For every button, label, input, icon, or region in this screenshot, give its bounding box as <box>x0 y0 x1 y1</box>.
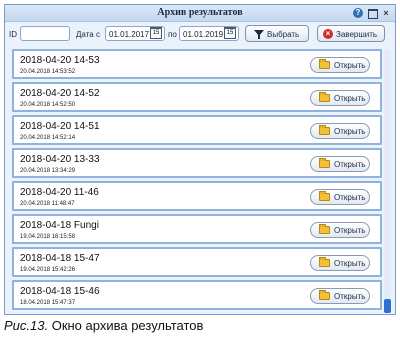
id-label: ID <box>9 30 17 39</box>
result-title: 2018-04-20 11-46 <box>20 187 99 198</box>
result-title: 2018-04-18 Fungi <box>20 220 99 231</box>
caption-text: Окно архива результатов <box>48 318 204 333</box>
open-button-label: Открыть <box>334 226 366 235</box>
open-button[interactable]: Открыть <box>310 156 370 172</box>
scrollbar-thumb[interactable] <box>384 299 391 313</box>
close-icon: × <box>323 29 333 39</box>
finish-button-label: Завершить <box>336 30 378 39</box>
folder-icon <box>319 191 330 201</box>
result-title: 2018-04-18 15-46 <box>20 286 100 297</box>
date-to-label: по <box>168 30 177 39</box>
open-button[interactable]: Открыть <box>310 90 370 106</box>
list-item: 2018-04-20 14-51 20.04.2018 14:52:14 Отк… <box>12 115 382 145</box>
results-list: 2018-04-20 14-53 20.04.2018 14:53:52 Отк… <box>8 49 384 313</box>
result-title: 2018-04-20 14-52 <box>20 88 100 99</box>
folder-icon <box>319 290 330 300</box>
open-button[interactable]: Открыть <box>310 123 370 139</box>
list-item: 2018-04-20 14-53 20.04.2018 14:53:52 Отк… <box>12 49 382 79</box>
result-date: 20.04.2018 13:34:29 <box>20 168 76 174</box>
folder-icon <box>319 92 330 102</box>
list-item: 2018-04-18 15-46 18.04.2018 15:47:37 Отк… <box>12 280 382 310</box>
open-button-label: Открыть <box>334 127 366 136</box>
folder-icon <box>319 224 330 234</box>
open-button[interactable]: Открыть <box>310 222 370 238</box>
calendar-icon[interactable]: 15 <box>150 27 162 39</box>
title-bar: Архив результатов ? × <box>5 5 395 22</box>
result-date: 18.04.2018 15:47:37 <box>20 300 76 306</box>
folder-icon <box>319 59 330 69</box>
help-icon[interactable]: ? <box>353 8 363 18</box>
date-from-value: 01.01.2017 <box>109 30 150 39</box>
open-button-label: Открыть <box>334 292 366 301</box>
maximize-icon[interactable] <box>367 8 378 19</box>
archive-window: Архив результатов ? × ID Дата с 01.01.20… <box>4 4 396 315</box>
result-title: 2018-04-20 14-53 <box>20 55 100 66</box>
close-icon[interactable]: × <box>381 8 391 18</box>
result-title: 2018-04-20 14-51 <box>20 121 100 132</box>
open-button[interactable]: Открыть <box>310 189 370 205</box>
open-button-label: Открыть <box>334 160 366 169</box>
list-item: 2018-04-20 13-33 20.04.2018 13:34:29 Отк… <box>12 148 382 178</box>
result-date: 20.04.2018 14:52:14 <box>20 135 76 141</box>
folder-icon <box>319 125 330 135</box>
result-date: 19.04.2018 16:15:58 <box>20 234 76 240</box>
caption-prefix: Рис.13. <box>4 318 49 333</box>
list-item: 2018-04-20 11-46 20.04.2018 11:48:47 Отк… <box>12 181 382 211</box>
filter-toolbar: ID Дата с 01.01.2017 15 по 01.01.2019 15… <box>5 22 395 46</box>
list-item: 2018-04-20 14-52 20.04.2018 14:52:50 Отк… <box>12 82 382 112</box>
open-button-label: Открыть <box>334 259 366 268</box>
date-to-value: 01.01.2019 <box>183 30 224 39</box>
id-input[interactable] <box>20 26 70 41</box>
finish-button[interactable]: × Завершить <box>317 25 385 42</box>
open-button[interactable]: Открыть <box>310 288 370 304</box>
filter-icon <box>254 30 264 39</box>
result-title: 2018-04-20 13-33 <box>20 154 100 165</box>
window-title: Архив результатов <box>157 7 243 18</box>
open-button[interactable]: Открыть <box>310 57 370 73</box>
figure-caption: Рис.13. Окно архива результатов <box>4 318 203 333</box>
open-button-label: Открыть <box>334 94 366 103</box>
result-title: 2018-04-18 15-47 <box>20 253 100 264</box>
result-date: 20.04.2018 14:53:52 <box>20 69 76 75</box>
result-date: 20.04.2018 14:52:50 <box>20 102 76 108</box>
result-date: 19.04.2018 15:42:26 <box>20 267 76 273</box>
open-button-label: Открыть <box>334 61 366 70</box>
list-item: 2018-04-18 15-47 19.04.2018 15:42:26 Отк… <box>12 247 382 277</box>
list-item: 2018-04-18 Fungi 19.04.2018 16:15:58 Отк… <box>12 214 382 244</box>
result-date: 20.04.2018 11:48:47 <box>20 201 75 207</box>
folder-icon <box>319 158 330 168</box>
select-button-label: Выбрать <box>267 30 300 39</box>
open-button[interactable]: Открыть <box>310 255 370 271</box>
select-button[interactable]: Выбрать <box>245 25 309 42</box>
date-to-field[interactable]: 01.01.2019 15 <box>179 26 239 41</box>
open-button-label: Открыть <box>334 193 366 202</box>
calendar-icon[interactable]: 15 <box>224 27 236 39</box>
list-scrollbar[interactable] <box>384 49 391 313</box>
date-from-label: Дата с <box>76 30 100 39</box>
folder-icon <box>319 257 330 267</box>
date-from-field[interactable]: 01.01.2017 15 <box>105 26 165 41</box>
